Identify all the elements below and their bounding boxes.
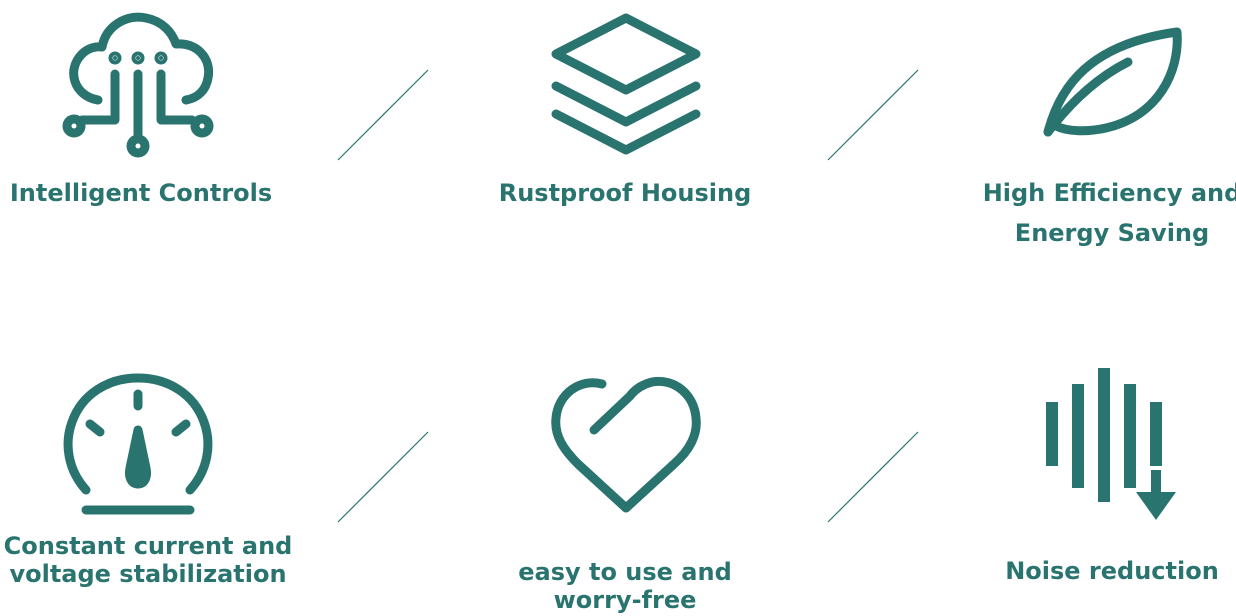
- label-line: worry-free: [553, 586, 697, 614]
- label-line: Energy Saving: [1014, 219, 1210, 247]
- feature-label-rustproof-housing: Rustproof Housing: [480, 178, 770, 208]
- feature-label-intelligent-controls: Intelligent Controls: [0, 178, 282, 208]
- label-line: easy to use and: [518, 558, 732, 586]
- feature-label-easy-to-use: easy to use and worry-free: [480, 558, 770, 614]
- label-line: Constant current and: [3, 532, 293, 560]
- label-line: voltage stabilization: [9, 560, 287, 588]
- sound-bars-down-icon: [1042, 366, 1182, 530]
- gauge-icon: [60, 372, 220, 526]
- label-line: Rustproof Housing: [498, 179, 752, 207]
- leaf-icon: [1040, 26, 1185, 145]
- divider-line: [337, 69, 429, 161]
- layers-icon: [548, 10, 704, 164]
- divider-line: [827, 69, 919, 161]
- divider-line: [337, 431, 429, 523]
- feature-label-constant-current: Constant current and voltage stabilizati…: [0, 532, 296, 588]
- heart-icon: [550, 372, 702, 520]
- label-line: Intelligent Controls: [9, 179, 273, 207]
- divider-line: [827, 431, 919, 523]
- cloud-circuit-icon: [60, 8, 220, 162]
- feature-label-noise-reduction: Noise reduction: [980, 556, 1236, 586]
- label-line: Noise reduction: [1005, 557, 1219, 585]
- feature-label-high-efficiency: High Efficiency and Energy Saving: [980, 178, 1236, 248]
- label-line: High Efficiency and: [982, 179, 1236, 207]
